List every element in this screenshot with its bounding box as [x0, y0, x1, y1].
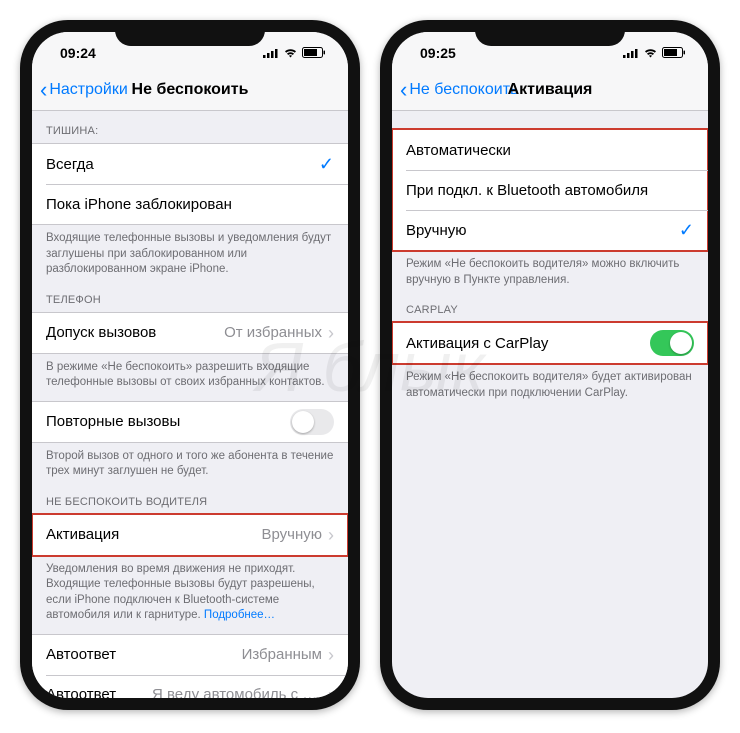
row-label: Повторные вызовы	[46, 413, 290, 430]
status-time: 09:25	[420, 41, 456, 61]
notch	[475, 20, 625, 46]
row-label: Допуск вызовов	[46, 324, 224, 341]
row-allow-calls[interactable]: Допуск вызовов От избранных ›	[32, 313, 348, 353]
phone-left: 09:24 ‹ Настройки	[20, 20, 360, 710]
wifi-icon	[643, 45, 658, 61]
chevron-right-icon: ›	[328, 526, 334, 544]
checkmark-icon: ✓	[319, 154, 334, 175]
section-footer-activate: Режим «Не беспокоить водителя» можно вкл…	[392, 251, 708, 290]
chevron-right-icon: ›	[328, 686, 334, 698]
back-label: Не беспокоить	[409, 81, 518, 99]
row-silence-always[interactable]: Всегда ✓	[32, 144, 348, 184]
back-label: Настройки	[49, 81, 127, 99]
battery-icon	[662, 45, 686, 61]
back-button[interactable]: ‹ Настройки	[32, 79, 128, 101]
nav-title: Не беспокоить	[132, 81, 249, 99]
row-value: Я веду автомобиль с включенн…	[152, 686, 322, 698]
battery-icon	[302, 45, 326, 61]
row-label: Всегда	[46, 156, 319, 173]
row-activate-bluetooth[interactable]: При подкл. к Bluetooth автомобиля	[392, 170, 708, 210]
row-activation[interactable]: Активация Вручную ›	[32, 515, 348, 555]
chevron-right-icon: ›	[328, 646, 334, 664]
row-label: Пока iPhone заблокирован	[46, 196, 334, 213]
section-header-dnd-driving: НЕ БЕСПОКОИТЬ ВОДИТЕЛЯ	[32, 482, 348, 514]
section-footer-silence: Входящие телефонные вызовы и уведомления…	[32, 225, 348, 280]
row-autoreply-message[interactable]: Автоответ Я веду автомобиль с включенн… …	[32, 675, 348, 698]
section-header-silence: ТИШИНА:	[32, 111, 348, 143]
section-footer-activation: Уведомления во время движения не приходя…	[32, 556, 348, 626]
chevron-left-icon: ‹	[400, 79, 407, 101]
row-label: Вручную	[406, 222, 679, 239]
signal-icon	[623, 45, 639, 61]
wifi-icon	[283, 45, 298, 61]
checkmark-icon: ✓	[679, 220, 694, 241]
row-activate-auto[interactable]: Автоматически	[392, 130, 708, 170]
section-footer-allow-calls: В режиме «Не беспокоить» разрешить входя…	[32, 354, 348, 393]
row-value: От избранных	[224, 324, 322, 341]
nav-bar: ‹ Не беспокоить Активация	[392, 70, 708, 111]
row-label: Автоматически	[406, 142, 694, 159]
row-value: Избранным	[242, 646, 322, 663]
notch	[115, 20, 265, 46]
row-autoreply-to[interactable]: Автоответ Избранным ›	[32, 635, 348, 675]
chevron-right-icon: ›	[328, 324, 334, 342]
signal-icon	[263, 45, 279, 61]
row-value: Вручную	[261, 526, 322, 543]
nav-title: Активация	[508, 81, 593, 99]
back-button[interactable]: ‹ Не беспокоить	[392, 79, 518, 101]
section-footer-repeated: Второй вызов от одного и того же абонент…	[32, 443, 348, 482]
row-label: Автоответ	[46, 686, 152, 698]
nav-bar: ‹ Настройки Не беспокоить	[32, 70, 348, 111]
row-silence-locked[interactable]: Пока iPhone заблокирован	[32, 184, 348, 224]
toggle-repeated-calls[interactable]	[290, 409, 334, 435]
row-carplay-activate[interactable]: Активация с CarPlay	[392, 323, 708, 363]
toggle-carplay[interactable]	[650, 330, 694, 356]
section-header-phone: ТЕЛЕФОН	[32, 280, 348, 312]
chevron-left-icon: ‹	[40, 79, 47, 101]
row-label: При подкл. к Bluetooth автомобиля	[406, 182, 694, 199]
phone-right: 09:25 ‹ Не беспокоить	[380, 20, 720, 710]
row-repeated-calls[interactable]: Повторные вызовы	[32, 402, 348, 442]
row-activate-manual[interactable]: Вручную ✓	[392, 210, 708, 250]
status-time: 09:24	[60, 41, 96, 61]
section-header-carplay: CARPLAY	[392, 290, 708, 322]
row-label: Активация с CarPlay	[406, 335, 650, 352]
section-footer-carplay: Режим «Не беспокоить водителя» будет акт…	[392, 364, 708, 403]
learn-more-link[interactable]: Подробнее…	[204, 609, 275, 621]
row-label: Активация	[46, 526, 261, 543]
row-label: Автоответ	[46, 646, 242, 663]
